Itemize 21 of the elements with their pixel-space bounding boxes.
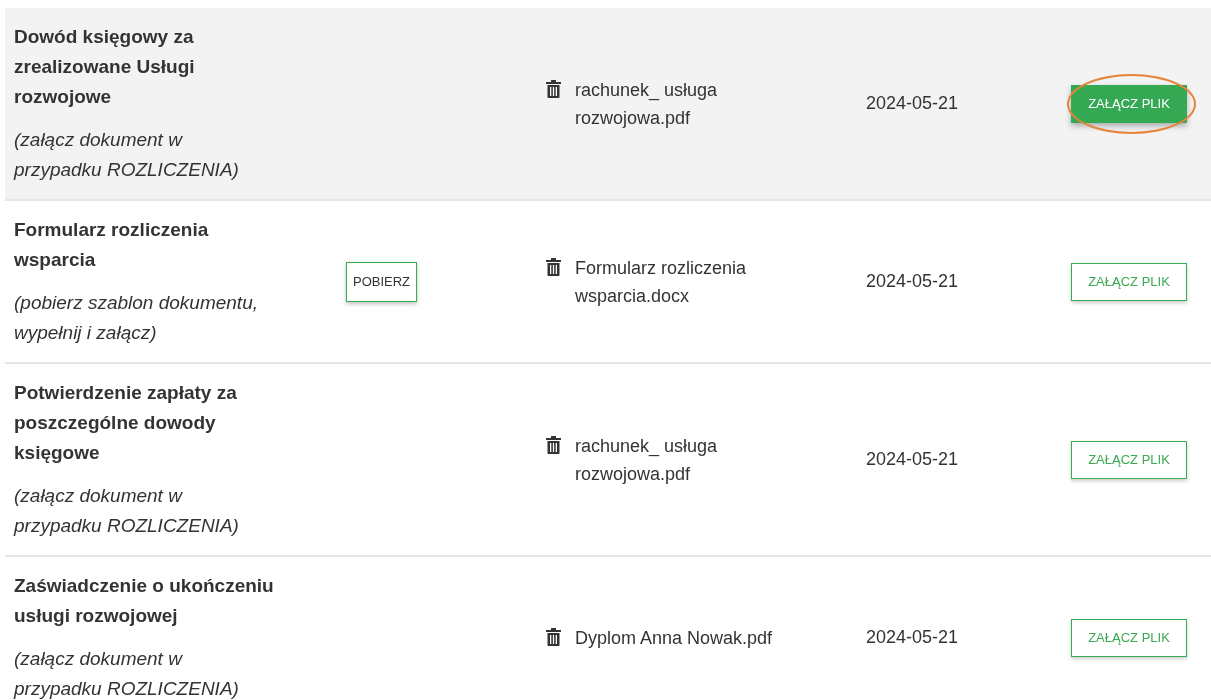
document-title: Formularz rozliczenia wsparcia [14, 218, 210, 272]
upload-date: 2024-05-21 [866, 271, 959, 291]
document-note: (załącz dokument w przypadku ROZLICZENIA) [14, 647, 240, 700]
file-name[interactable]: rachunek_ usługa rozwojowa.pdf [575, 75, 795, 132]
file-name[interactable]: rachunek_ usługa rozwojowa.pdf [575, 431, 795, 488]
upload-date: 2024-05-21 [866, 93, 959, 113]
document-title: Zaświadczenie o ukończeniu usługi rozwojowej [14, 574, 275, 628]
upload-date: 2024-05-21 [866, 627, 959, 647]
file-name[interactable]: Formularz rozliczenia wsparcia.docx [575, 253, 795, 310]
trash-icon[interactable] [546, 257, 561, 276]
trash-icon[interactable] [546, 435, 561, 454]
document-title: Potwierdzenie zapłaty za poszczególne dowody księgowe [14, 381, 238, 465]
file-name[interactable]: Dyplom Anna Nowak.pdf [575, 623, 795, 652]
document-note: (załącz dokument w przypadku ROZLICZENIA) [14, 484, 240, 538]
document-note: (załącz dokument w przypadku ROZLICZENIA) [14, 128, 240, 182]
download-button[interactable]: POBIERZ [346, 261, 418, 302]
upload-date: 2024-05-21 [866, 449, 959, 469]
trash-icon[interactable] [546, 627, 561, 646]
trash-icon[interactable] [546, 79, 561, 98]
document-note: (pobierz szablon dokumentu, wypełnij i załącz) [14, 291, 259, 345]
document-title: Dowód księgowy za zrealizowane Usługi rozwojowe [14, 25, 196, 109]
